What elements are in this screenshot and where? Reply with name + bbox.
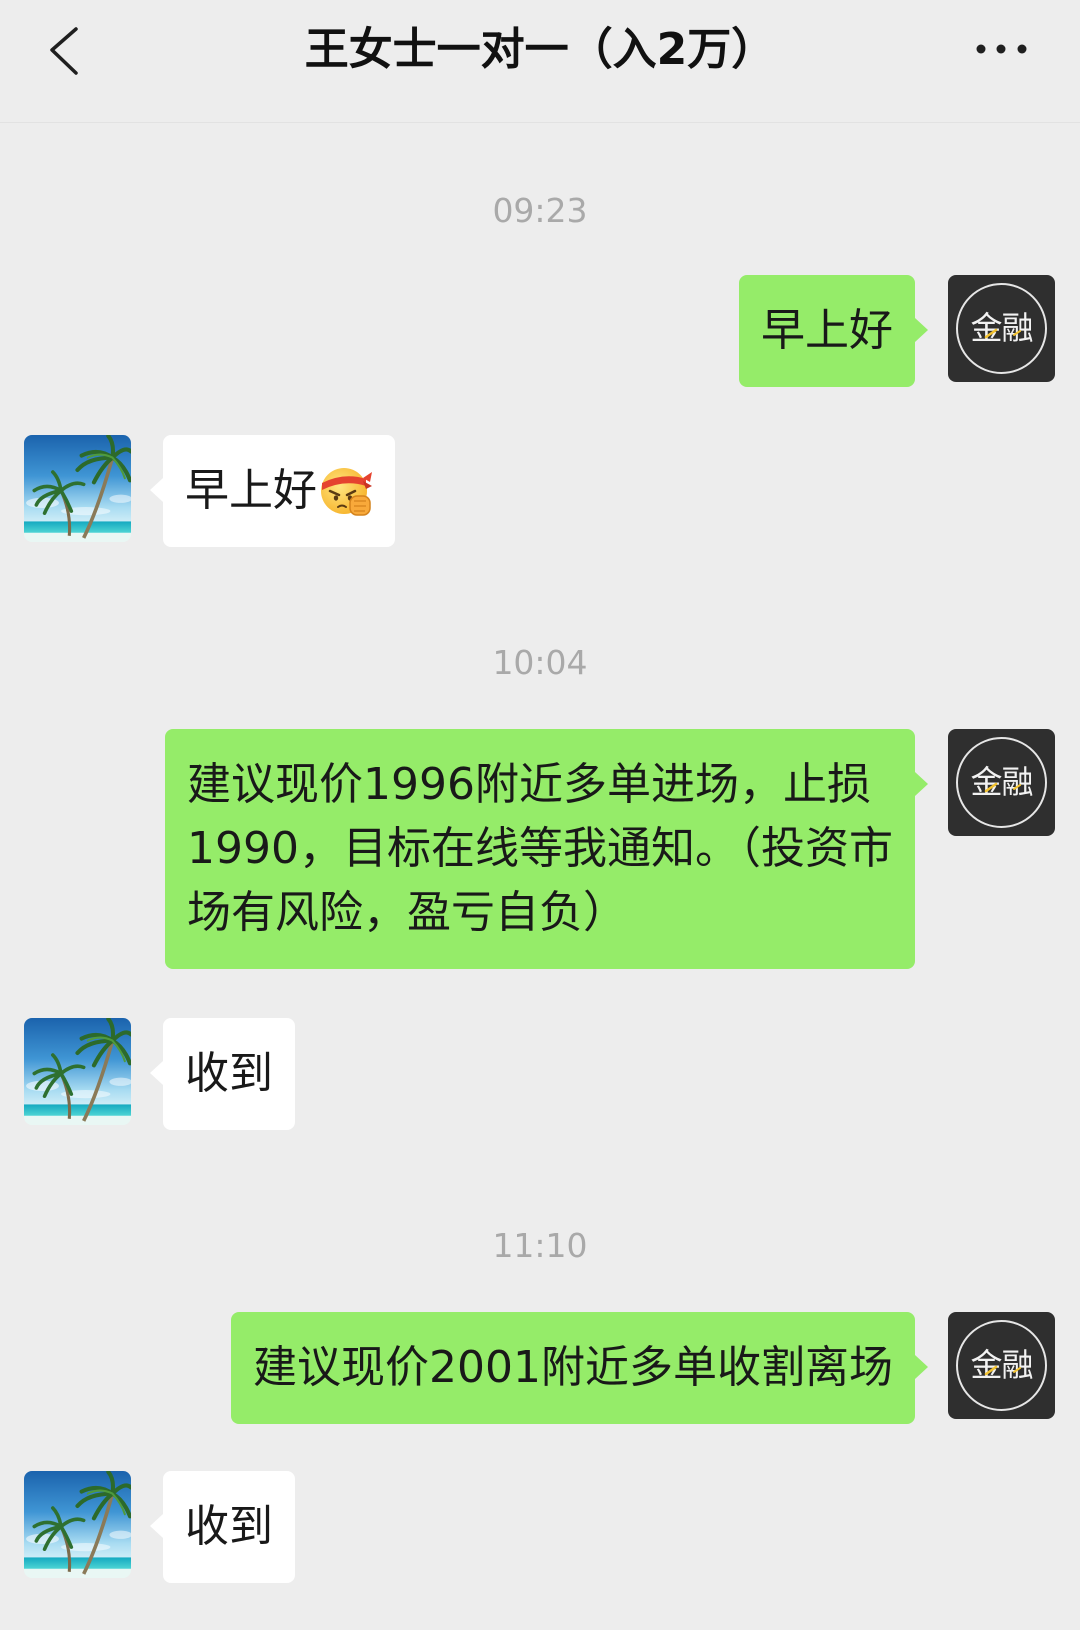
message-bubble-sent[interactable]: 建议现价1996附近多单进场，止损1990，目标在线等我通知。（投资市场有风险，… [165, 729, 928, 969]
contact-avatar[interactable] [24, 435, 131, 542]
determined-face-emoji [321, 468, 372, 516]
message-text: 早上好 [185, 465, 317, 516]
chat-title: 王女士一对一（入2万） [304, 24, 776, 75]
self-avatar[interactable]: 金融 [948, 729, 1055, 836]
message-text: 建议现价2001附近多单收割离场 [253, 1342, 893, 1393]
message-bubble-sent[interactable]: 早上好 [739, 275, 928, 387]
contact-avatar[interactable] [24, 1018, 131, 1125]
message-text: 早上好 [761, 305, 893, 356]
self-avatar[interactable]: 金融 [948, 275, 1055, 382]
timestamp: 09:23 [492, 191, 588, 230]
logo-accent [984, 782, 1021, 793]
contact-avatar[interactable] [24, 1471, 131, 1578]
beach-photo-avatar [24, 1471, 131, 1578]
self-avatar[interactable]: 金融 [948, 1312, 1055, 1419]
beach-photo-avatar [24, 1018, 131, 1125]
logo-accent [984, 328, 1021, 339]
message-text: 建议现价1996附近多单进场，止损1990，目标在线等我通知。（投资市场有风险，… [187, 759, 893, 938]
message-text: 收到 [185, 1048, 273, 1099]
message-text: 收到 [185, 1501, 273, 1552]
chat-header: 王女士一对一（入2万） [0, 0, 1080, 123]
beach-photo-avatar [24, 435, 131, 542]
message-bubble-received[interactable]: 收到 [150, 1018, 295, 1130]
more-dots-icon[interactable] [970, 36, 1034, 62]
message-bubble-received[interactable]: 收到 [150, 1471, 295, 1583]
message-bubble-sent[interactable]: 建议现价2001附近多单收割离场 [231, 1312, 928, 1424]
timestamp: 10:04 [492, 643, 588, 682]
message-bubble-received[interactable]: 早上好 [150, 435, 395, 547]
logo-accent [984, 1365, 1021, 1376]
timestamp: 11:10 [492, 1226, 588, 1265]
